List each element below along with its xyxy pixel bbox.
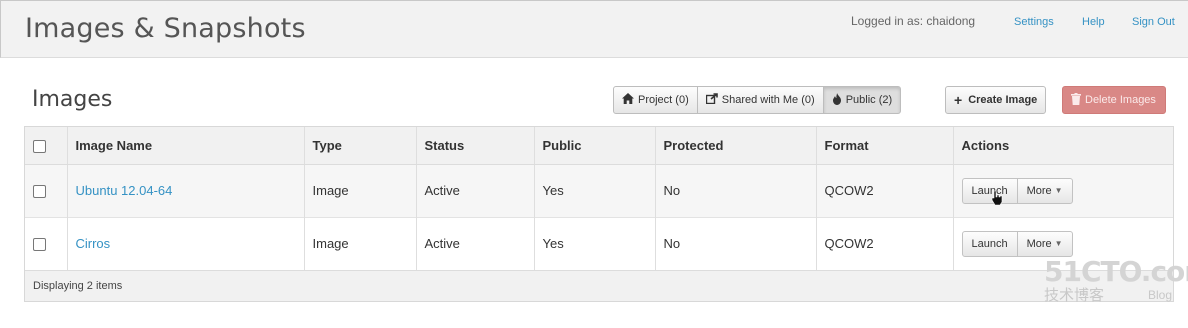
filter-public-label: Public (2) bbox=[845, 94, 893, 106]
image-name-link[interactable]: Cirros bbox=[76, 236, 111, 251]
status-cell: Active bbox=[416, 164, 535, 217]
table-row: Cirros Image Active Yes No QCOW2 Launch … bbox=[25, 217, 1173, 270]
create-image-label: Create Image bbox=[968, 94, 1038, 106]
status-cell: Active bbox=[416, 217, 535, 270]
filter-shared-label: Shared with Me (0) bbox=[721, 94, 815, 106]
row-checkbox[interactable] bbox=[33, 185, 46, 199]
protected-cell: No bbox=[655, 217, 817, 270]
public-cell: Yes bbox=[534, 164, 656, 217]
more-label: More bbox=[1026, 237, 1052, 250]
caret-down-icon: ▼ bbox=[1054, 186, 1063, 195]
select-all-checkbox[interactable] bbox=[33, 139, 46, 153]
column-header[interactable]: Status bbox=[416, 127, 535, 165]
type-cell: Image bbox=[304, 164, 417, 217]
row-checkbox[interactable] bbox=[33, 238, 46, 252]
filter-project-label: Project (0) bbox=[638, 94, 689, 106]
type-cell: Image bbox=[304, 217, 417, 270]
column-header: Actions bbox=[953, 127, 1173, 165]
home-icon bbox=[622, 93, 634, 107]
column-header[interactable]: Image Name bbox=[67, 127, 305, 165]
public-cell: Yes bbox=[534, 217, 656, 270]
table-header-row: Image Name Type Status Public Protected … bbox=[25, 127, 1173, 165]
column-header[interactable]: Public bbox=[534, 127, 656, 165]
more-label: More bbox=[1026, 184, 1052, 197]
format-cell: QCOW2 bbox=[816, 164, 954, 217]
settings-link[interactable]: Settings bbox=[1014, 16, 1054, 28]
select-all-cell bbox=[25, 127, 68, 165]
more-dropdown-button[interactable]: More ▼ bbox=[1016, 177, 1073, 204]
plus-icon: + bbox=[954, 92, 963, 108]
image-name-link[interactable]: Ubuntu 12.04-64 bbox=[76, 183, 173, 198]
table-footer: Displaying 2 items bbox=[25, 270, 1173, 301]
images-table: Image Name Type Status Public Protected … bbox=[24, 126, 1174, 302]
watermark-logo: 51CTO.com 技术博客 Blog bbox=[1044, 255, 1188, 310]
sign-out-link[interactable]: Sign Out bbox=[1132, 16, 1175, 28]
fire-icon bbox=[832, 92, 842, 108]
watermark-blog: Blog bbox=[1147, 288, 1172, 302]
section-title: Images bbox=[32, 87, 113, 112]
format-cell: QCOW2 bbox=[816, 217, 954, 270]
page-title: Images & Snapshots bbox=[25, 13, 306, 44]
logged-in-label: Logged in as: chaidong bbox=[851, 14, 976, 28]
filter-button-group: Project (0) Shared with Me (0) Public (2… bbox=[613, 86, 902, 114]
create-image-button[interactable]: + Create Image bbox=[945, 86, 1046, 114]
protected-cell: No bbox=[655, 164, 817, 217]
delete-images-button[interactable]: Delete Images bbox=[1062, 86, 1166, 114]
column-header[interactable]: Format bbox=[816, 127, 954, 165]
column-header[interactable]: Protected bbox=[655, 127, 817, 165]
share-icon bbox=[705, 93, 718, 107]
top-bar: Images & Snapshots Logged in as: chaidon… bbox=[0, 0, 1188, 58]
delete-images-label: Delete Images bbox=[1085, 94, 1156, 106]
filter-shared-button[interactable]: Shared with Me (0) bbox=[696, 86, 824, 114]
column-header[interactable]: Type bbox=[304, 127, 417, 165]
more-dropdown-button[interactable]: More ▼ bbox=[1016, 230, 1073, 257]
caret-down-icon: ▼ bbox=[1054, 239, 1063, 248]
filter-public-button[interactable]: Public (2) bbox=[822, 86, 902, 114]
help-link[interactable]: Help bbox=[1082, 16, 1105, 28]
hand-cursor-icon bbox=[990, 190, 1004, 209]
filter-project-button[interactable]: Project (0) bbox=[613, 86, 698, 114]
row-actions: Launch More ▼ bbox=[961, 230, 1166, 257]
launch-button[interactable]: Launch bbox=[961, 230, 1018, 257]
trash-icon bbox=[1071, 92, 1081, 108]
